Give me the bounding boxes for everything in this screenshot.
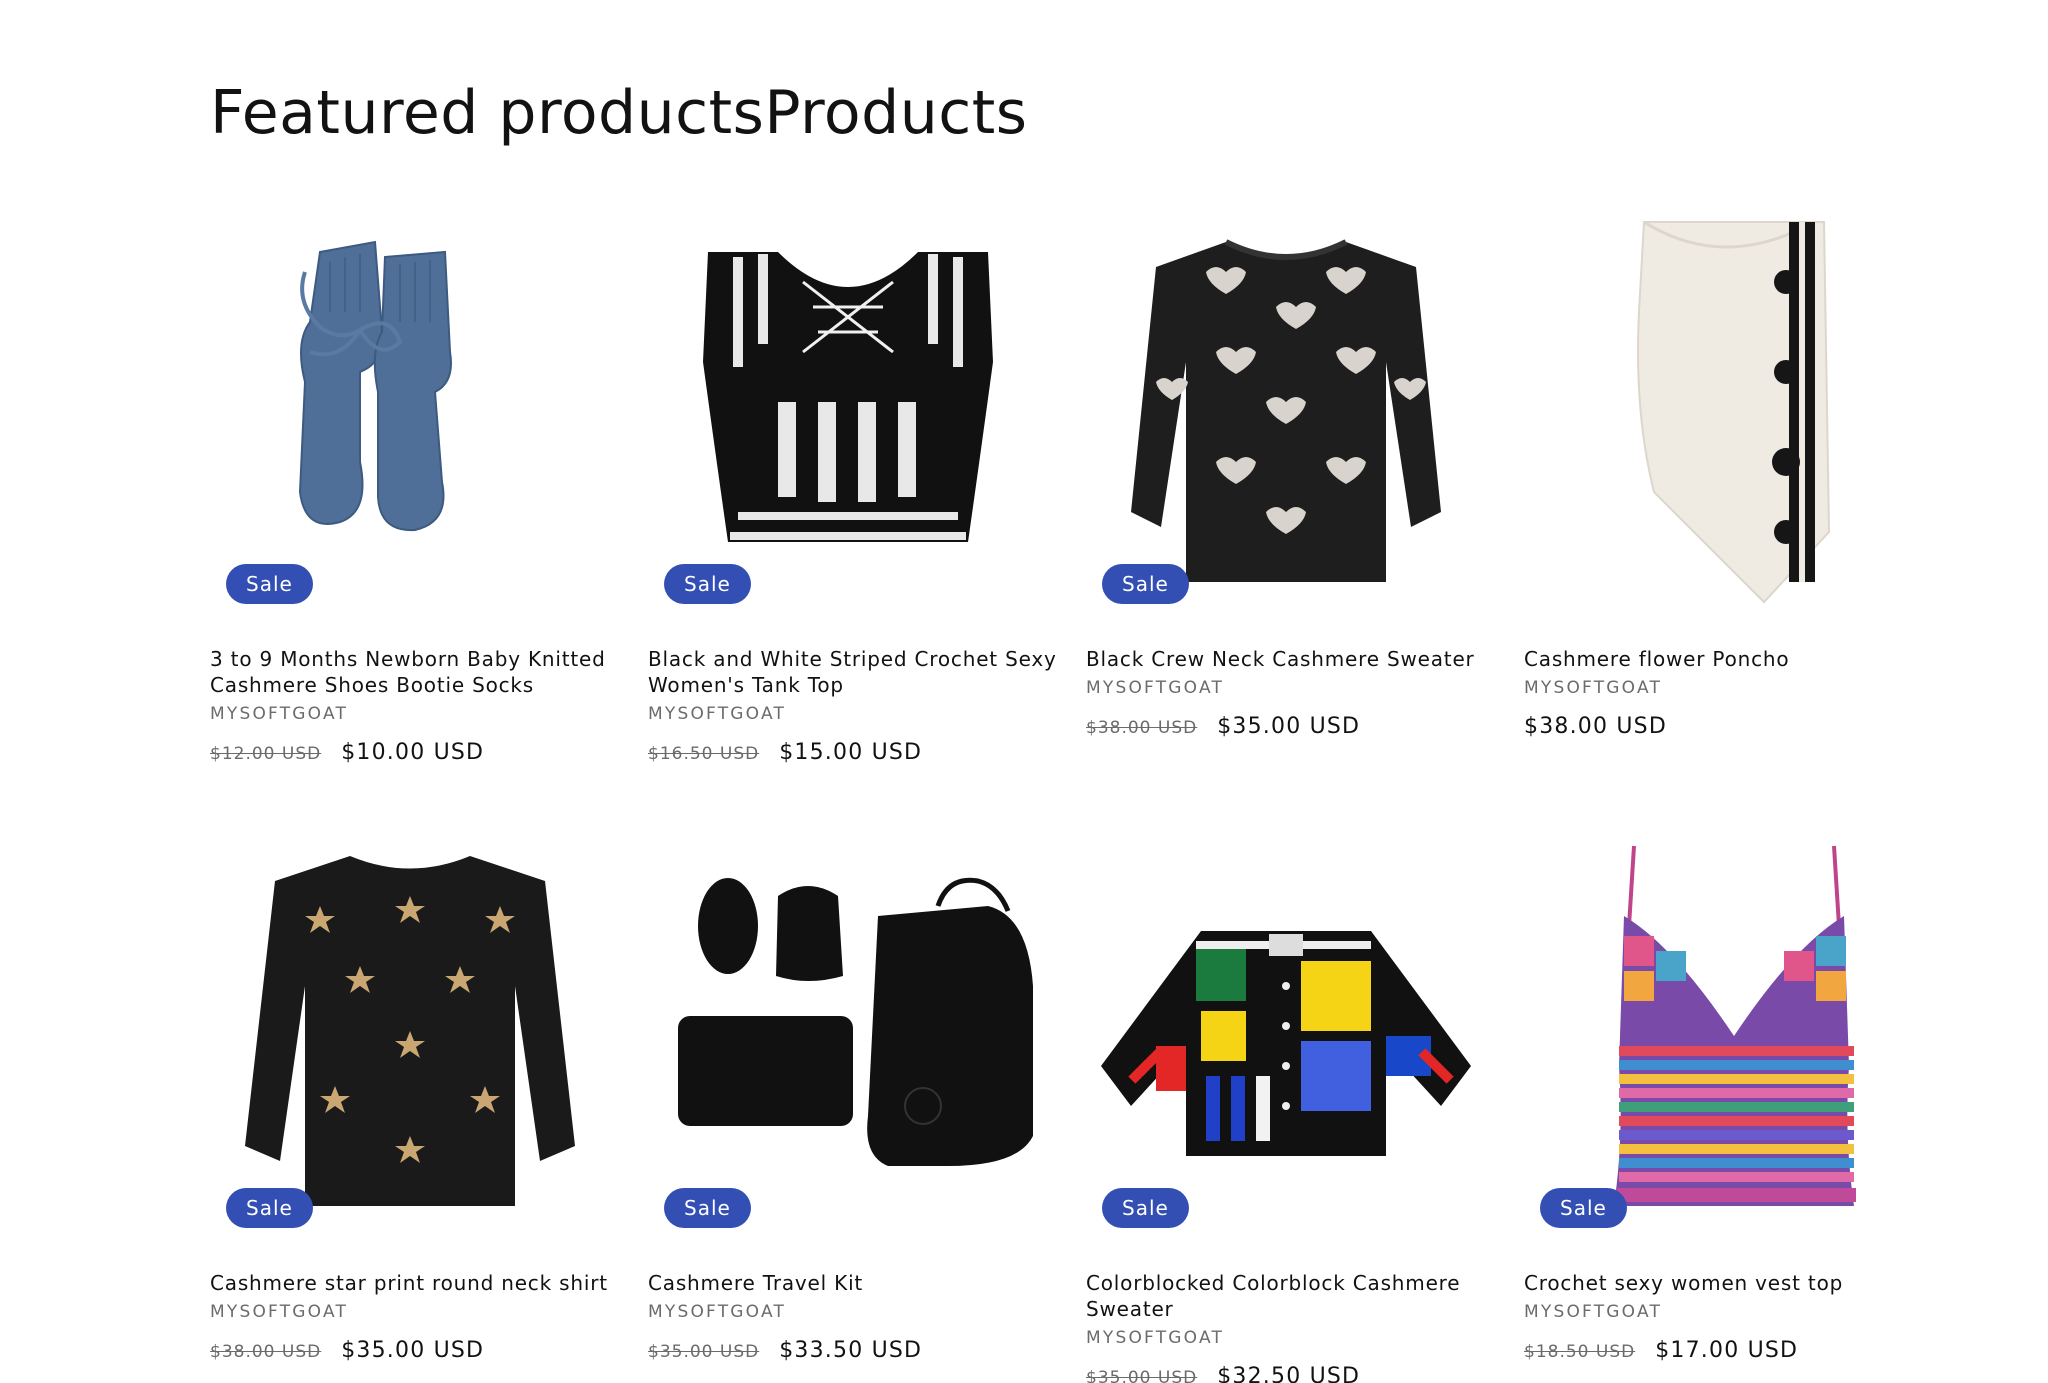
product-image-booties[interactable] — [210, 212, 610, 612]
product-price: $38.00 USD $35.00 USD — [210, 1338, 620, 1363]
sale-price: $17.00 USD — [1655, 1338, 1799, 1363]
regular-price: $38.00 USD — [1524, 714, 1667, 739]
product-image-poncho[interactable] — [1524, 212, 1924, 612]
sale-badge: Sale — [1102, 1188, 1189, 1228]
product-image-colorblock-cardigan[interactable] — [1086, 836, 1486, 1236]
product-image-star-sweater[interactable] — [210, 836, 610, 1236]
product-vendor: MYSOFTGOAT — [1524, 678, 1663, 698]
sale-badge: Sale — [1540, 1188, 1627, 1228]
product-vendor: MYSOFTGOAT — [1086, 1328, 1225, 1348]
sale-price: $33.50 USD — [779, 1338, 923, 1363]
product-price: $38.00 USD — [1524, 714, 1934, 739]
sale-price: $35.00 USD — [341, 1338, 485, 1363]
product-image-travel-kit[interactable] — [648, 836, 1048, 1236]
sale-price: $32.50 USD — [1217, 1364, 1361, 1383]
product-title[interactable]: Colorblocked Colorblock Cashmere Sweater — [1086, 1270, 1496, 1322]
product-vendor: MYSOFTGOAT — [1524, 1302, 1663, 1322]
product-price: $35.00 USD $32.50 USD — [1086, 1364, 1496, 1383]
compare-at-price: $35.00 USD — [1086, 1368, 1198, 1383]
product-price: $12.00 USD $10.00 USD — [210, 740, 620, 765]
product-title[interactable]: Crochet sexy women vest top — [1524, 1270, 1934, 1296]
product-price: $16.50 USD $15.00 USD — [648, 740, 1058, 765]
product-price: $18.50 USD $17.00 USD — [1524, 1338, 1934, 1363]
sale-badge: Sale — [1102, 564, 1189, 604]
product-price: $38.00 USD $35.00 USD — [1086, 714, 1496, 739]
section-heading: Featured productsProducts — [210, 78, 1028, 148]
compare-at-price: $12.00 USD — [210, 744, 322, 764]
product-vendor: MYSOFTGOAT — [648, 1302, 787, 1322]
sale-badge: Sale — [226, 564, 313, 604]
sale-badge: Sale — [664, 1188, 751, 1228]
sale-badge: Sale — [664, 564, 751, 604]
product-title[interactable]: Black Crew Neck Cashmere Sweater — [1086, 646, 1496, 672]
product-title[interactable]: Black and White Striped Crochet Sexy Wom… — [648, 646, 1058, 698]
compare-at-price: $38.00 USD — [210, 1342, 322, 1362]
sale-badge: Sale — [226, 1188, 313, 1228]
product-vendor: MYSOFTGOAT — [1086, 678, 1225, 698]
product-image-heart-sweater[interactable] — [1086, 212, 1486, 612]
sale-price: $10.00 USD — [341, 740, 485, 765]
product-vendor: MYSOFTGOAT — [210, 1302, 349, 1322]
product-title[interactable]: 3 to 9 Months Newborn Baby Knitted Cashm… — [210, 646, 620, 698]
compare-at-price: $38.00 USD — [1086, 718, 1198, 738]
compare-at-price: $35.00 USD — [648, 1342, 760, 1362]
product-price: $35.00 USD $33.50 USD — [648, 1338, 1058, 1363]
product-image-crochet-vest[interactable] — [1524, 836, 1924, 1236]
sale-price: $15.00 USD — [779, 740, 923, 765]
product-vendor: MYSOFTGOAT — [210, 704, 349, 724]
product-vendor: MYSOFTGOAT — [648, 704, 787, 724]
product-image-striped-top[interactable] — [648, 212, 1048, 612]
compare-at-price: $18.50 USD — [1524, 1342, 1636, 1362]
product-title[interactable]: Cashmere flower Poncho — [1524, 646, 1934, 672]
sale-price: $35.00 USD — [1217, 714, 1361, 739]
product-title[interactable]: Cashmere star print round neck shirt — [210, 1270, 620, 1296]
product-title[interactable]: Cashmere Travel Kit — [648, 1270, 1058, 1296]
compare-at-price: $16.50 USD — [648, 744, 760, 764]
